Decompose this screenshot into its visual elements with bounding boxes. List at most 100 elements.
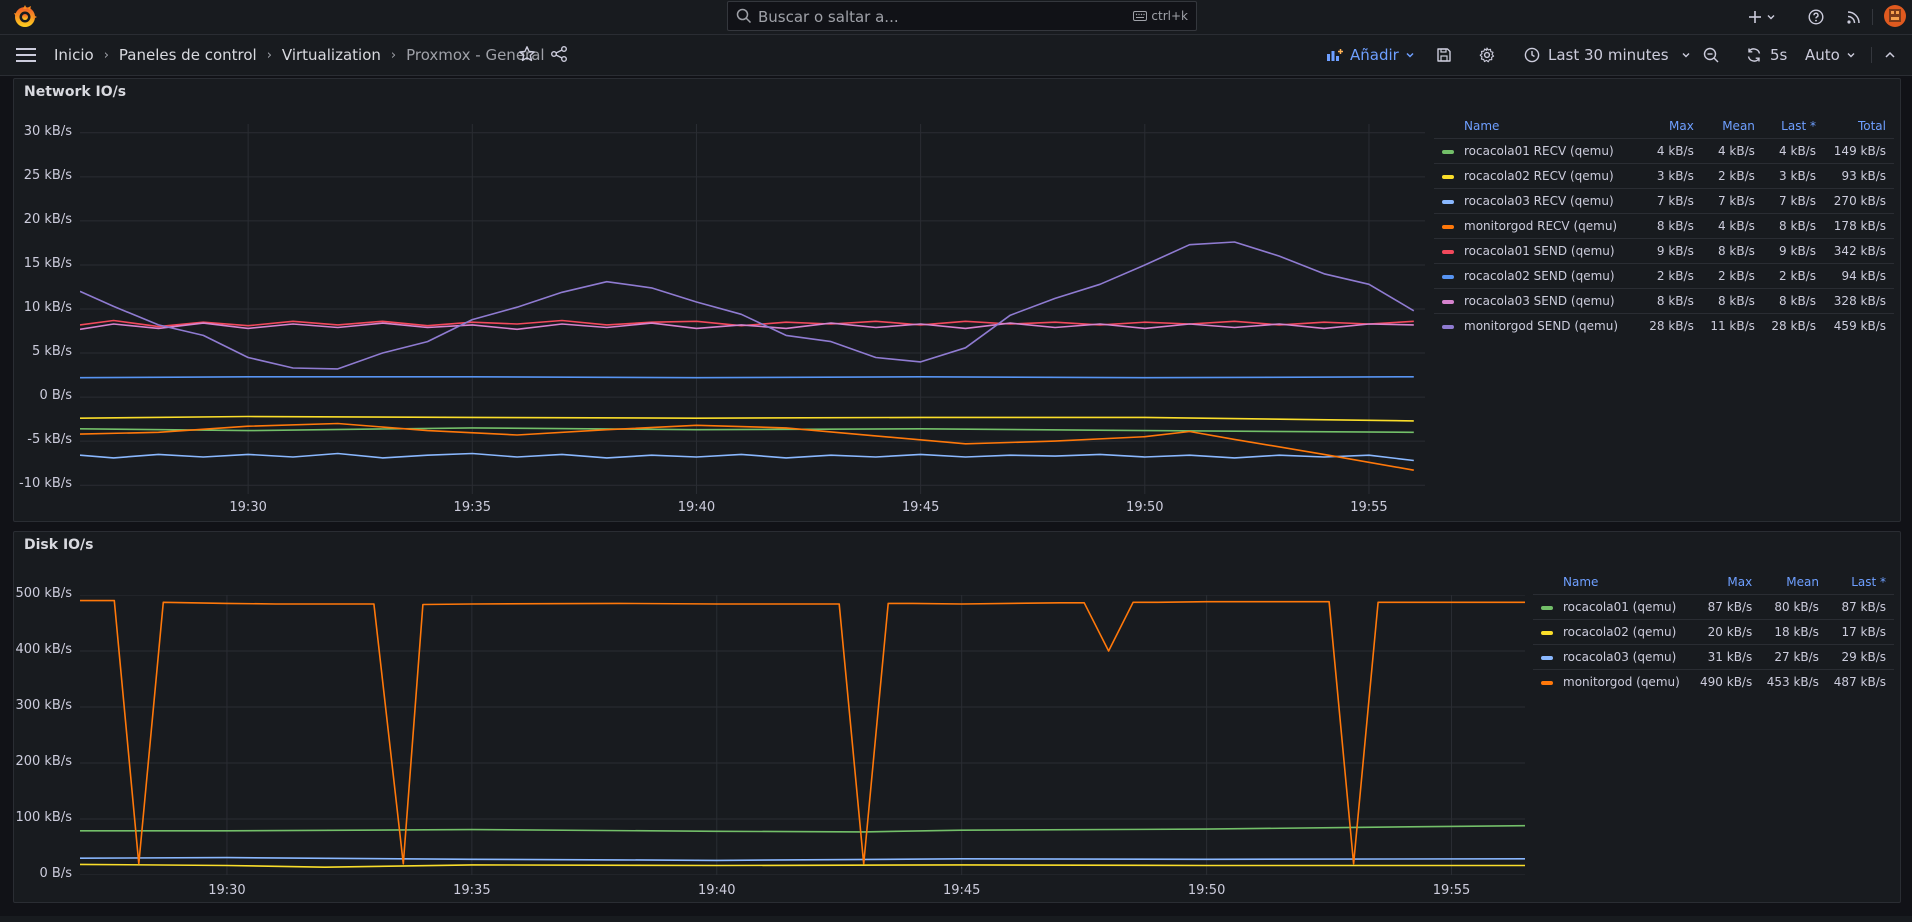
legend-row[interactable]: monitorgod RECV (qemu) 8 kB/s 4 kB/s 8 kB/s…	[1434, 213, 1894, 239]
legend-series-name[interactable]: monitorgod (qemu)	[1533, 669, 1686, 694]
breadcrumb-folder[interactable]: Virtualization	[282, 46, 381, 64]
legend-header-max[interactable]: Max	[1686, 570, 1752, 595]
legend-row[interactable]: monitorgod SEND (qemu) 28 kB/s 11 kB/s 28 k…	[1434, 313, 1894, 338]
refresh-button[interactable]: 5s	[1746, 43, 1787, 67]
panel-title[interactable]: Network IO/s	[24, 84, 126, 100]
legend-value-last: 87 kB/s	[1818, 594, 1894, 620]
legend-row[interactable]: rocacola02 RECV (qemu) 3 kB/s 2 kB/s 3 kB/s…	[1434, 163, 1894, 189]
series-name-label: rocacola02 SEND (qemu)	[1464, 269, 1615, 283]
legend-row[interactable]: rocacola01 SEND (qemu) 9 kB/s 8 kB/s 9 kB/s…	[1434, 238, 1894, 264]
top-bar: Buscar o saltar a... ctrl+k	[0, 0, 1912, 35]
series-line[interactable]	[80, 376, 1414, 379]
refresh-interval-picker[interactable]: Auto	[1805, 43, 1856, 67]
breadcrumb-dashboards[interactable]: Paneles de control	[119, 46, 257, 64]
x-tick-label: 19:55	[1350, 500, 1388, 515]
legend-value-last: 29 kB/s	[1818, 644, 1894, 670]
legend-series-name[interactable]: rocacola01 (qemu)	[1533, 594, 1686, 620]
legend-series-name[interactable]: rocacola03 RECV (qemu)	[1434, 188, 1633, 214]
legend-value-last: 7 kB/s	[1754, 188, 1816, 214]
legend-header-max[interactable]: Max	[1633, 114, 1694, 139]
star-icon[interactable]	[518, 45, 536, 63]
legend-series-name[interactable]: rocacola01 SEND (qemu)	[1434, 238, 1633, 264]
series-line[interactable]	[80, 415, 1414, 422]
legend-row[interactable]: monitorgod (qemu) 490 kB/s 453 kB/s 487 kB/…	[1533, 669, 1894, 694]
network-chart[interactable]	[80, 124, 1425, 494]
x-tick-label: 19:50	[1187, 883, 1226, 898]
series-name-label: rocacola02 (qemu)	[1563, 625, 1677, 639]
legend-header-name[interactable]: Name	[1533, 570, 1686, 595]
legend-value-mean: 8 kB/s	[1693, 288, 1755, 314]
news-feed-button[interactable]	[1846, 6, 1862, 28]
user-avatar[interactable]	[1884, 5, 1906, 27]
legend-value-total: 93 kB/s	[1815, 163, 1894, 189]
y-tick-label: 500 kB/s	[15, 586, 72, 601]
legend-value-last: 2 kB/s	[1754, 263, 1816, 289]
legend-row[interactable]: rocacola03 RECV (qemu) 7 kB/s 7 kB/s 7 kB/s…	[1434, 188, 1894, 214]
chevron-down-icon	[1682, 53, 1690, 58]
legend-row[interactable]: rocacola02 (qemu) 20 kB/s 18 kB/s 17 kB/s	[1533, 619, 1894, 645]
dashboard-settings-button[interactable]	[1479, 43, 1495, 67]
legend-series-name[interactable]: rocacola02 RECV (qemu)	[1434, 163, 1633, 189]
legend-value-last: 28 kB/s	[1754, 313, 1816, 338]
y-tick-label: 10 kB/s	[23, 300, 72, 315]
page-bottom-strip	[0, 916, 1912, 922]
panel-title[interactable]: Disk IO/s	[24, 537, 94, 553]
series-color-swatch	[1442, 199, 1454, 204]
add-button[interactable]: Añadir	[1326, 43, 1415, 67]
help-button[interactable]	[1808, 6, 1824, 28]
legend-header-last[interactable]: Last *	[1755, 114, 1816, 139]
y-tick-label: -10 kB/s	[19, 476, 72, 492]
legend-row[interactable]: rocacola03 (qemu) 31 kB/s 27 kB/s 29 kB/s	[1533, 644, 1894, 670]
legend-value-mean: 4 kB/s	[1693, 213, 1755, 239]
refresh-icon	[1747, 48, 1761, 62]
series-line[interactable]	[80, 856, 1525, 862]
legend-series-name[interactable]: rocacola02 (qemu)	[1533, 619, 1686, 645]
x-tick-label: 19:45	[901, 500, 940, 515]
zoom-out-button[interactable]	[1703, 43, 1719, 67]
series-line[interactable]	[80, 824, 1525, 833]
legend-header-mean[interactable]: Mean	[1694, 114, 1755, 139]
legend-header-mean[interactable]: Mean	[1752, 570, 1819, 595]
legend-value-mean: 453 kB/s	[1752, 669, 1819, 694]
legend-series-name[interactable]: rocacola02 SEND (qemu)	[1434, 263, 1633, 289]
collapse-header-button[interactable]	[1884, 43, 1896, 67]
time-picker-button[interactable]: Last 30 minutes	[1524, 43, 1691, 67]
series-color-swatch	[1541, 630, 1553, 635]
legend-value-mean: 11 kB/s	[1693, 313, 1755, 338]
legend-value-max: 490 kB/s	[1685, 669, 1753, 694]
grafana-logo-icon[interactable]	[12, 4, 38, 30]
new-menu-button[interactable]	[1748, 6, 1776, 28]
legend-row[interactable]: rocacola01 RECV (qemu) 4 kB/s 4 kB/s 4 kB/s…	[1434, 138, 1894, 164]
share-icon[interactable]	[550, 45, 568, 63]
legend-series-name[interactable]: monitorgod RECV (qemu)	[1434, 213, 1633, 239]
legend-value-last: 4 kB/s	[1754, 138, 1816, 164]
save-dashboard-button[interactable]	[1436, 43, 1452, 67]
search-bar[interactable]: Buscar o saltar a... ctrl+k	[727, 1, 1197, 31]
legend-value-mean: 80 kB/s	[1752, 594, 1819, 620]
y-tick-label: 200 kB/s	[15, 754, 72, 769]
legend-row[interactable]: rocacola03 SEND (qemu) 8 kB/s 8 kB/s 8 kB/s…	[1434, 288, 1894, 314]
legend-header-total[interactable]: Total	[1816, 114, 1894, 139]
legend-header-last[interactable]: Last *	[1819, 570, 1894, 595]
series-line[interactable]	[80, 599, 1525, 865]
disk-chart[interactable]	[80, 595, 1525, 875]
series-color-swatch	[1541, 605, 1553, 610]
breadcrumb-separator-icon: ›	[390, 47, 397, 63]
legend-series-name[interactable]: monitorgod SEND (qemu)	[1434, 313, 1633, 338]
series-line[interactable]	[80, 241, 1415, 370]
legend-value-mean: 2 kB/s	[1693, 263, 1755, 289]
series-line[interactable]	[80, 322, 1414, 331]
menu-icon[interactable]	[16, 48, 36, 62]
legend-header-name[interactable]: Name	[1434, 114, 1633, 139]
legend-series-name[interactable]: rocacola03 SEND (qemu)	[1434, 288, 1633, 314]
series-line[interactable]	[80, 863, 1525, 869]
breadcrumb-home[interactable]: Inicio	[54, 46, 94, 64]
series-line[interactable]	[80, 452, 1414, 462]
series-color-swatch	[1442, 174, 1454, 179]
legend-series-name[interactable]: rocacola03 (qemu)	[1533, 644, 1686, 670]
legend-row[interactable]: rocacola02 SEND (qemu) 2 kB/s 2 kB/s 2 kB/s…	[1434, 263, 1894, 289]
y-tick-label: 300 kB/s	[15, 698, 72, 713]
legend-series-name[interactable]: rocacola01 RECV (qemu)	[1434, 138, 1633, 164]
series-line[interactable]	[80, 427, 1414, 434]
legend-row[interactable]: rocacola01 (qemu) 87 kB/s 80 kB/s 87 kB/s	[1533, 594, 1894, 620]
